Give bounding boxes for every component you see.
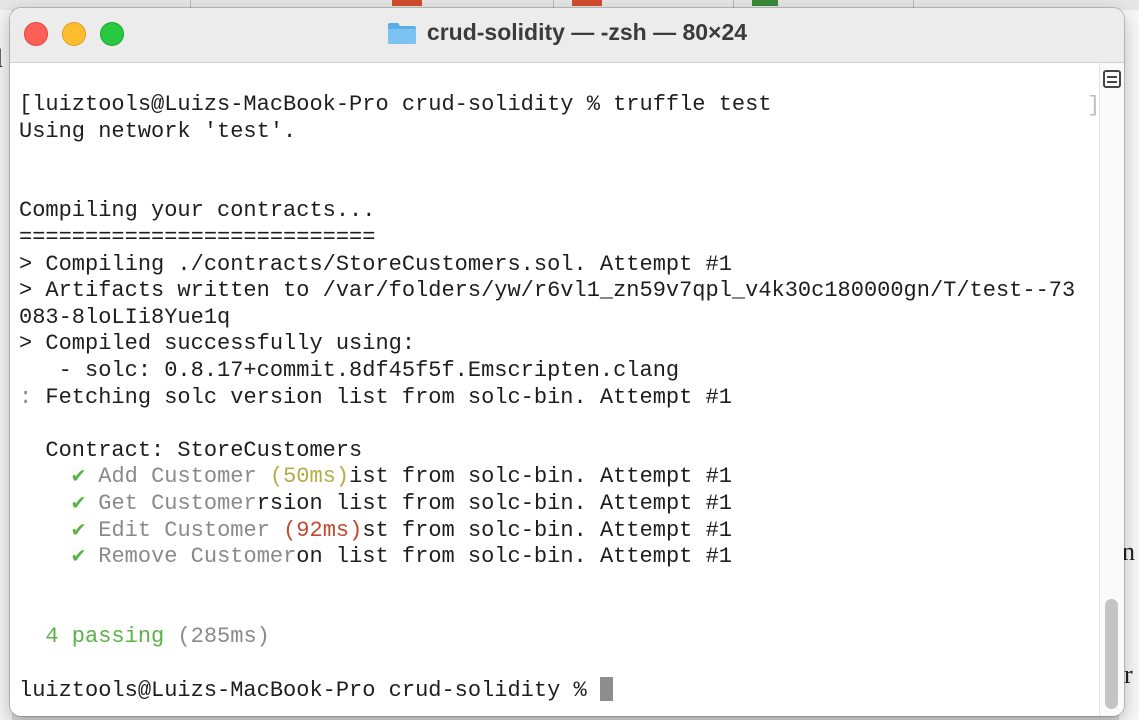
terminal-text: Fetching solc version list from solc-bin… bbox=[45, 384, 732, 410]
terminal-line: ✔ Add Customer (50ms)ist from solc-bin. … bbox=[19, 464, 1075, 491]
terminal-output[interactable]: [luiztools@Luizs-MacBook-Pro crud-solidi… bbox=[19, 92, 1075, 704]
terminal-line: [luiztools@Luizs-MacBook-Pro crud-solidi… bbox=[19, 92, 1075, 119]
terminal-line: 083-8loLIi8Yue1q bbox=[19, 305, 1075, 332]
scrollbar-menu-icon[interactable] bbox=[1103, 70, 1121, 88]
terminal-text: Contract: StoreCustomers bbox=[19, 437, 363, 463]
terminal-line: Contract: StoreCustomers bbox=[19, 438, 1075, 465]
terminal-text: > Artifacts written to /var/folders/yw/r… bbox=[19, 278, 1076, 304]
background-text-fragment: l bbox=[0, 44, 3, 74]
terminal-line: luiztools@Luizs-MacBook-Pro crud-solidit… bbox=[19, 677, 1075, 704]
terminal-text: - solc: 0.8.17+commit.8df45f5f.Emscripte… bbox=[19, 357, 680, 383]
terminal-text: =========================== bbox=[19, 224, 376, 250]
background-tab-icon bbox=[392, 0, 422, 6]
terminal-text: Edit Customer bbox=[85, 517, 284, 543]
terminal-line: > Compiling ./contracts/StoreCustomers.s… bbox=[19, 252, 1075, 279]
terminal-text: (285ms) bbox=[164, 623, 270, 649]
check-icon: ✔ bbox=[71, 490, 86, 516]
terminal-line: ✔ Get Customerrsion list from solc-bin. … bbox=[19, 491, 1075, 518]
terminal-text: luiztools@Luizs-MacBook-Pro crud-solidit… bbox=[19, 678, 600, 704]
terminal-line: > Compiled successfully using: bbox=[19, 331, 1075, 358]
terminal-text: Get Customer bbox=[85, 490, 257, 516]
terminal-line: 4 passing (285ms) bbox=[19, 624, 1075, 651]
terminal-line: > Artifacts written to /var/folders/yw/r… bbox=[19, 278, 1075, 305]
check-icon: ✔ bbox=[71, 544, 86, 570]
terminal-text: Using network 'test'. bbox=[19, 118, 297, 144]
terminal-cursor bbox=[599, 677, 613, 702]
background-tab-icon bbox=[752, 0, 778, 6]
window-titlebar[interactable]: crud-solidity — -zsh — 80×24 bbox=[10, 8, 1124, 63]
terminal-line: Using network 'test'. bbox=[19, 119, 1075, 146]
scrollbar-thumb[interactable] bbox=[1105, 599, 1118, 709]
terminal-line: Compiling your contracts... bbox=[19, 198, 1075, 225]
terminal-line: ✔ Remove Customeron list from solc-bin. … bbox=[19, 544, 1075, 571]
terminal-line: : Fetching solc version list from solc-b… bbox=[19, 385, 1075, 412]
terminal-scrollbar[interactable] bbox=[1099, 63, 1124, 716]
terminal-line: =========================== bbox=[19, 225, 1075, 252]
terminal-text: : bbox=[19, 384, 46, 410]
terminal-content[interactable]: [luiztools@Luizs-MacBook-Pro crud-solidi… bbox=[10, 63, 1100, 716]
window-title-group: crud-solidity — -zsh — 80×24 bbox=[10, 19, 1124, 46]
terminal-text: ist from solc-bin. Attempt #1 bbox=[349, 464, 732, 490]
terminal-text: on list from solc-bin. Attempt #1 bbox=[296, 544, 732, 570]
background-text-fragment: r bbox=[1124, 660, 1133, 689]
terminal-text: rsion list from solc-bin. Attempt #1 bbox=[256, 490, 732, 516]
folder-icon bbox=[387, 21, 417, 45]
terminal-text: [luiztools@Luizs-MacBook-Pro crud-solidi… bbox=[19, 92, 772, 117]
terminal-text: st from solc-bin. Attempt #1 bbox=[362, 517, 732, 543]
terminal-text: Remove Customer bbox=[85, 544, 297, 570]
terminal-text: Add Customer bbox=[85, 464, 270, 490]
terminal-text: Compiling your contracts... bbox=[19, 198, 376, 224]
terminal-text: 083-8loLIi8Yue1q bbox=[19, 304, 231, 330]
background-tab-icon bbox=[572, 0, 602, 6]
terminal-text: (50ms) bbox=[269, 464, 350, 490]
terminal-line: - solc: 0.8.17+commit.8df45f5f.Emscripte… bbox=[19, 358, 1075, 385]
terminal-text: > Compiled successfully using: bbox=[19, 331, 416, 357]
terminal-line: ✔ Edit Customer (92ms)st from solc-bin. … bbox=[19, 518, 1075, 545]
terminal-text: > Compiling ./contracts/StoreCustomers.s… bbox=[19, 251, 732, 277]
check-icon: ✔ bbox=[71, 464, 86, 490]
terminal-text: 4 passing bbox=[45, 623, 165, 649]
window-title: crud-solidity — -zsh — 80×24 bbox=[426, 19, 748, 45]
terminal-text: (92ms) bbox=[283, 517, 363, 543]
terminal-window: crud-solidity — -zsh — 80×24 [luiztools@… bbox=[10, 8, 1124, 716]
check-icon: ✔ bbox=[71, 517, 86, 543]
